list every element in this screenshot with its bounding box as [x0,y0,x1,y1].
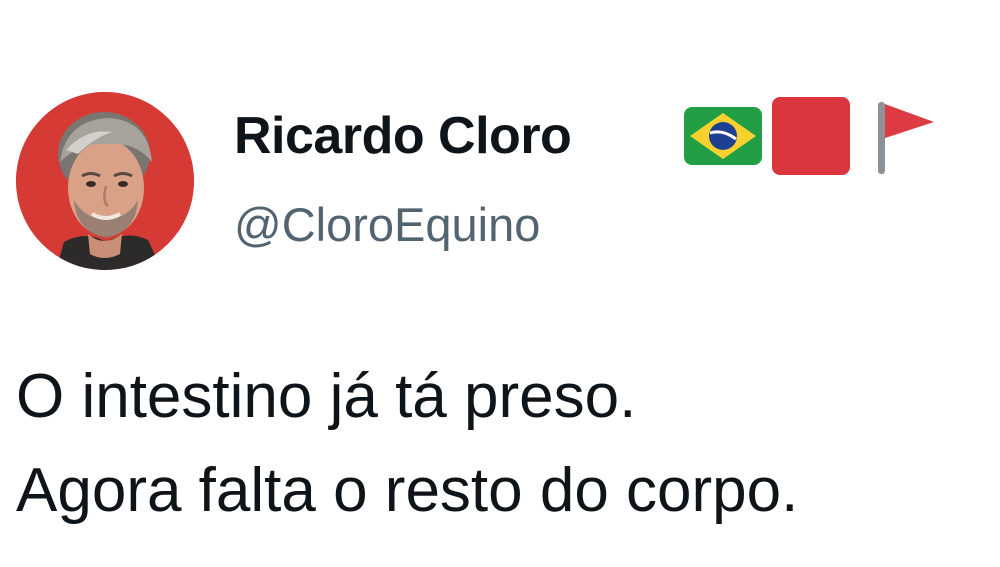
red-square-icon [772,97,850,175]
tweet-text-line: O intestino já tá preso. [16,362,637,431]
tweet-card[interactable]: Ricardo Cloro @CloroEquino O intestino j… [0,0,1000,567]
brazil-flag-icon [684,107,762,165]
red-triangular-flag-icon [876,96,936,176]
author-display-name[interactable]: Ricardo Cloro [234,104,572,168]
avatar-photo [16,92,194,270]
author-handle[interactable]: @CloroEquino [234,196,540,254]
avatar[interactable] [16,92,194,270]
tweet-text: O intestino já tá preso. Agora falta o r… [16,350,798,538]
tweet-text-line: Agora falta o resto do corpo. [16,456,799,525]
name-emoji-row [684,94,936,178]
